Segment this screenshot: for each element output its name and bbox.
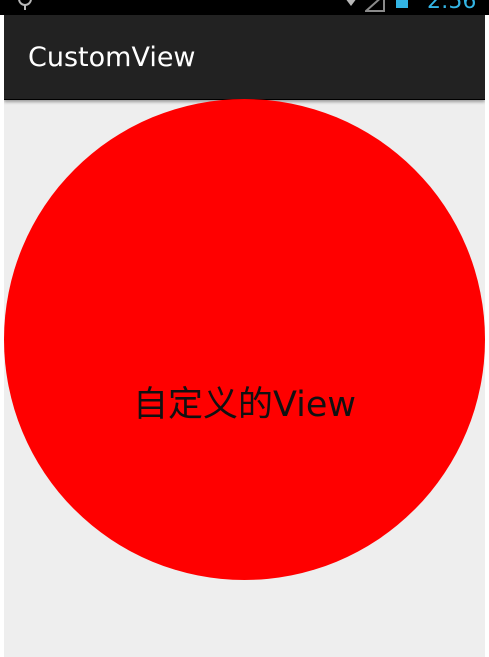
custom-view-label: 自定义的View [132, 385, 357, 425]
app-window: CustomView 自定义的View [4, 15, 485, 657]
signal-icon [365, 0, 385, 12]
red-circle [4, 99, 485, 580]
wifi-icon [346, 0, 356, 6]
battery-icon [396, 0, 408, 8]
status-time: 2:56 [427, 0, 477, 14]
custom-view[interactable]: 自定义的View [4, 99, 485, 580]
status-bar: 2:56 [0, 0, 489, 15]
phone-screen: 2:56 CustomView 自定义的View [0, 0, 489, 657]
window-edge-right [485, 15, 489, 657]
action-bar: CustomView [4, 15, 485, 100]
location-icon [18, 0, 32, 10]
app-title: CustomView [28, 42, 196, 73]
